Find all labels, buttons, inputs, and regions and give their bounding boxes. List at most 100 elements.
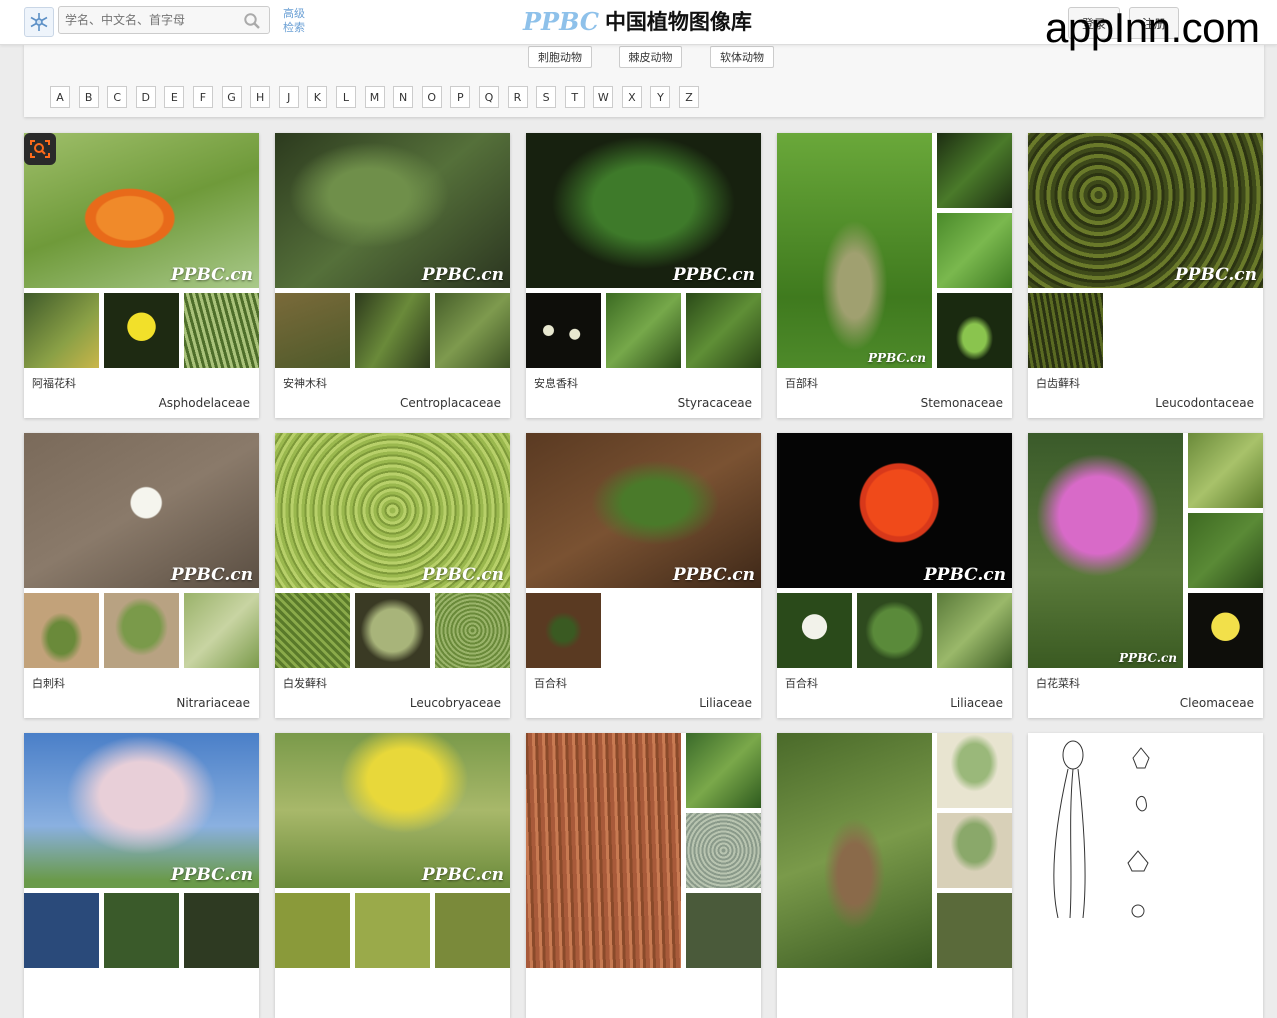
- site-watermark: appInn.com: [1045, 4, 1260, 51]
- photo-watermark: PPBC.cn: [1119, 651, 1177, 665]
- family-chinese-name: 百合科: [785, 677, 818, 690]
- main-photo: PPBC.cn: [275, 133, 510, 288]
- thumb-photo: [104, 893, 179, 968]
- thumb-photo: [686, 293, 761, 368]
- thumb-photo: [686, 733, 761, 808]
- thumb-photo: [1028, 293, 1103, 368]
- family-card[interactable]: PPBC.cn 百合科 Liliaceae: [526, 433, 761, 718]
- letter-filter-l[interactable]: L: [335, 86, 356, 108]
- thumb-photo: [686, 813, 761, 888]
- letter-filter-t[interactable]: T: [564, 86, 585, 108]
- letter-filter-p[interactable]: P: [450, 86, 471, 108]
- thumb-photo: [275, 593, 350, 668]
- letter-filter-h[interactable]: H: [250, 86, 271, 108]
- letter-filter-e[interactable]: E: [164, 86, 185, 108]
- thumb-photo: [937, 733, 1012, 808]
- thumb-photo: [184, 593, 259, 668]
- category-tag[interactable]: 刺胞动物: [528, 46, 592, 68]
- family-latin-name: Liliaceae: [699, 696, 752, 710]
- brand-en: PPBC: [523, 6, 599, 36]
- main-photo: PPBC.cn: [24, 433, 259, 588]
- family-latin-name: Cleomaceae: [1179, 696, 1254, 710]
- letter-filter-d[interactable]: D: [135, 86, 156, 108]
- thumb-photo: [937, 893, 1012, 968]
- family-chinese-name: 百部科: [785, 377, 818, 390]
- family-card[interactable]: PPBC.cn 安神木科 Centroplacaceae: [275, 133, 510, 418]
- family-latin-name: Asphodelaceae: [158, 396, 250, 410]
- botanical-drawing: [1028, 733, 1263, 968]
- family-card[interactable]: PPBC.cn: [275, 733, 510, 1018]
- site-brand[interactable]: PPBC 中国植物图像库: [523, 6, 752, 36]
- image-search-icon[interactable]: [24, 133, 56, 165]
- family-card[interactable]: [1028, 733, 1263, 1018]
- letter-filter-k[interactable]: K: [307, 86, 328, 108]
- family-latin-name: Centroplacaceae: [399, 396, 501, 410]
- thumb-photo: [24, 593, 99, 668]
- thumb-photo: [275, 293, 350, 368]
- main-photo: [526, 733, 681, 968]
- category-tag[interactable]: 软体动物: [710, 46, 774, 68]
- main-photo: PPBC.cn: [24, 733, 259, 888]
- letter-filter-a[interactable]: A: [50, 86, 70, 108]
- family-card[interactable]: [777, 733, 1012, 1018]
- letter-filter-x[interactable]: X: [621, 86, 642, 108]
- family-chinese-name: 白齿藓科: [1036, 377, 1080, 390]
- thumb-photo: [104, 593, 179, 668]
- photo-watermark: PPBC.cn: [421, 865, 504, 885]
- letter-filter-s[interactable]: S: [536, 86, 557, 108]
- family-latin-name: Stemonaceae: [920, 396, 1003, 410]
- thumb-photo: [937, 133, 1012, 208]
- photo-watermark: PPBC.cn: [170, 865, 253, 885]
- thumb-photo: [184, 893, 259, 968]
- letter-filter-m[interactable]: M: [364, 86, 385, 108]
- letter-filter-r[interactable]: R: [507, 86, 528, 108]
- letter-filter-f[interactable]: F: [192, 86, 213, 108]
- letter-filter-n[interactable]: N: [393, 86, 414, 108]
- family-chinese-name: 白花菜科: [1036, 677, 1080, 690]
- search-input[interactable]: [59, 7, 241, 33]
- advanced-search-link[interactable]: 高级检索: [283, 7, 309, 35]
- family-latin-name: Leucodontaceae: [1155, 396, 1254, 410]
- photo-watermark: PPBC.cn: [672, 565, 755, 585]
- main-photo: [777, 733, 932, 968]
- letter-filter-w[interactable]: W: [593, 86, 614, 108]
- letter-index: ABCDEFGHJKLMNOPQRSTWXYZ: [50, 86, 708, 108]
- thumb-photo: [435, 293, 510, 368]
- family-latin-name: Liliaceae: [950, 696, 1003, 710]
- letter-filter-o[interactable]: O: [421, 86, 442, 108]
- family-card[interactable]: PPBC.cn 白刺科 Nitrariaceae: [24, 433, 259, 718]
- thumb-photo: [275, 893, 350, 968]
- letter-filter-g[interactable]: G: [221, 86, 242, 108]
- thumb-photo: [1188, 433, 1263, 508]
- letter-filter-y[interactable]: Y: [650, 86, 671, 108]
- thumb-photo: [857, 593, 932, 668]
- main-photo: PPBC.cn: [1028, 433, 1183, 668]
- letter-filter-q[interactable]: Q: [478, 86, 499, 108]
- thumb-photo: [435, 893, 510, 968]
- thumb-photo: [1188, 593, 1263, 668]
- search-icon[interactable]: [243, 12, 261, 34]
- filter-panel: 刺胞动物 棘皮动物 软体动物 ABCDEFGHJKLMNOPQRSTWXYZ: [24, 44, 1264, 117]
- thumb-photo: [24, 293, 99, 368]
- family-latin-name: Nitrariaceae: [176, 696, 250, 710]
- thumb-photo: [355, 893, 430, 968]
- family-chinese-name: 安神木科: [283, 377, 327, 390]
- family-card[interactable]: [526, 733, 761, 1018]
- letter-filter-z[interactable]: Z: [679, 86, 700, 108]
- family-card[interactable]: PPBC.cn 白齿藓科 Leucodontaceae: [1028, 133, 1263, 418]
- thumb-photo: [937, 593, 1012, 668]
- letter-filter-b[interactable]: B: [78, 86, 99, 108]
- category-tag[interactable]: 棘皮动物: [619, 46, 682, 68]
- family-card[interactable]: PPBC.cn 白花菜科 Cleomaceae: [1028, 433, 1263, 718]
- ppbc-logo-icon[interactable]: [24, 7, 54, 37]
- family-card[interactable]: PPBC.cn: [24, 733, 259, 1018]
- letter-filter-j[interactable]: J: [278, 86, 299, 108]
- family-card[interactable]: PPBC.cn 白发藓科 Leucobryaceae: [275, 433, 510, 718]
- family-card[interactable]: PPBC.cn 百合科 Liliaceae: [777, 433, 1012, 718]
- family-card[interactable]: PPBC.cn 安息香科 Styracaceae: [526, 133, 761, 418]
- thumb-photo: [526, 593, 601, 668]
- thumb-photo: [24, 893, 99, 968]
- letter-filter-c[interactable]: C: [107, 86, 128, 108]
- family-card[interactable]: PPBC.cn 百部科 Stemonaceae: [777, 133, 1012, 418]
- family-card[interactable]: PPBC.cn 阿福花科 Asphodelaceae: [24, 133, 259, 418]
